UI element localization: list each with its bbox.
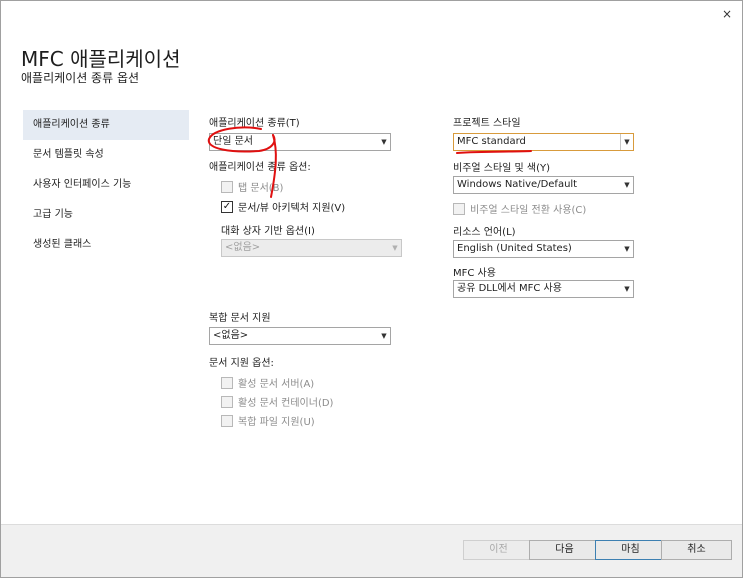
project-style-value: MFC standard <box>457 136 526 147</box>
sidebar: 애플리케이션 종류 문서 템플릿 속성 사용자 인터페이스 기능 고급 기능 생… <box>23 110 189 260</box>
close-icon[interactable]: × <box>720 7 734 21</box>
page-subtitle: 애플리케이션 종류 옵션 <box>21 71 140 85</box>
compound-file-checkbox[interactable]: 복합 파일 지원(U) <box>221 413 315 428</box>
resource-language-value: English (United States) <box>457 243 572 254</box>
active-doc-container-checkbox[interactable]: 활성 문서 컨테이너(D) <box>221 394 333 409</box>
visual-style-dropdown[interactable]: Windows Native/Default ▼ <box>453 176 634 194</box>
tabbed-document-checkbox[interactable]: 탭 문서(B) <box>221 179 283 194</box>
chevron-down-icon: ▼ <box>624 245 630 253</box>
mfc-use-dropdown[interactable]: 공유 DLL에서 MFC 사용 ▼ <box>453 280 634 298</box>
active-doc-container-label: 활성 문서 컨테이너(D) <box>238 398 334 409</box>
mfc-use-value: 공유 DLL에서 MFC 사용 <box>457 283 562 294</box>
chevron-down-icon: ▼ <box>624 285 630 293</box>
chevron-down-icon: ▼ <box>620 134 633 150</box>
app-type-dropdown[interactable]: 단일 문서 ▼ <box>209 133 391 151</box>
cancel-button[interactable]: 취소 <box>661 540 732 560</box>
app-type-options-label: 애플리케이션 종류 옵션: <box>209 162 311 173</box>
checkbox-box <box>453 202 465 215</box>
compound-doc-value: <없음> <box>213 330 249 341</box>
next-button[interactable]: 다음 <box>529 540 600 560</box>
app-type-label: 애플리케이션 종류(T) <box>209 118 300 129</box>
active-doc-server-label: 활성 문서 서버(A) <box>238 379 315 390</box>
sidebar-item-advanced[interactable]: 고급 기능 <box>23 200 189 230</box>
dialog-options-label: 대화 상자 기반 옵션(I) <box>221 226 315 237</box>
app-type-value: 단일 문서 <box>213 136 253 147</box>
active-doc-server-checkbox[interactable]: 활성 문서 서버(A) <box>221 375 314 390</box>
chevron-down-icon: ▼ <box>381 138 387 146</box>
finish-button[interactable]: 마침 <box>595 540 666 560</box>
doc-support-options-label: 문서 지원 옵션: <box>209 358 274 369</box>
tabbed-document-label: 탭 문서(B) <box>238 183 284 194</box>
dialog-options-value: <없음> <box>225 242 261 253</box>
wizard-window: × MFC 애플리케이션 애플리케이션 종류 옵션 애플리케이션 종류 문서 템… <box>0 0 743 578</box>
checkbox-box <box>221 395 233 408</box>
checkbox-box <box>221 376 233 389</box>
project-style-dropdown[interactable]: MFC standard ▼ <box>453 133 634 151</box>
sidebar-item-document-template[interactable]: 문서 템플릿 속성 <box>23 140 189 170</box>
doc-view-label: 문서/뷰 아키텍처 지원(V) <box>238 203 346 214</box>
visual-style-value: Windows Native/Default <box>457 179 578 190</box>
dialog-options-dropdown[interactable]: <없음> ▼ <box>221 239 402 257</box>
compound-doc-dropdown[interactable]: <없음> ▼ <box>209 327 391 345</box>
compound-doc-label: 복합 문서 지원 <box>209 313 271 324</box>
page-title: MFC 애플리케이션 <box>21 47 181 71</box>
visual-style-switch-checkbox[interactable]: 비주얼 스타일 전환 사용(C) <box>453 201 586 216</box>
sidebar-item-generated-classes[interactable]: 생성된 클래스 <box>23 230 189 260</box>
resource-language-label: 리소스 언어(L) <box>453 227 516 238</box>
chevron-down-icon: ▼ <box>392 244 398 252</box>
chevron-down-icon: ▼ <box>624 181 630 189</box>
project-style-label: 프로젝트 스타일 <box>453 118 521 129</box>
mfc-use-label: MFC 사용 <box>453 268 496 279</box>
visual-style-switch-label: 비주얼 스타일 전환 사용(C) <box>470 205 587 216</box>
visual-style-label: 비주얼 스타일 및 색(Y) <box>453 163 551 174</box>
checkbox-box <box>221 180 233 193</box>
resource-language-dropdown[interactable]: English (United States) ▼ <box>453 240 634 258</box>
sidebar-item-user-interface[interactable]: 사용자 인터페이스 기능 <box>23 170 189 200</box>
footer-bar: 이전 다음 마침 취소 <box>1 524 742 577</box>
checkmark-icon: ✓ <box>221 200 233 213</box>
checkbox-box <box>221 414 233 427</box>
chevron-down-icon: ▼ <box>381 332 387 340</box>
prev-button[interactable]: 이전 <box>463 540 534 560</box>
doc-view-checkbox[interactable]: ✓ 문서/뷰 아키텍처 지원(V) <box>221 199 345 214</box>
compound-file-label: 복합 파일 지원(U) <box>238 417 315 428</box>
sidebar-item-application-type[interactable]: 애플리케이션 종류 <box>23 110 189 140</box>
